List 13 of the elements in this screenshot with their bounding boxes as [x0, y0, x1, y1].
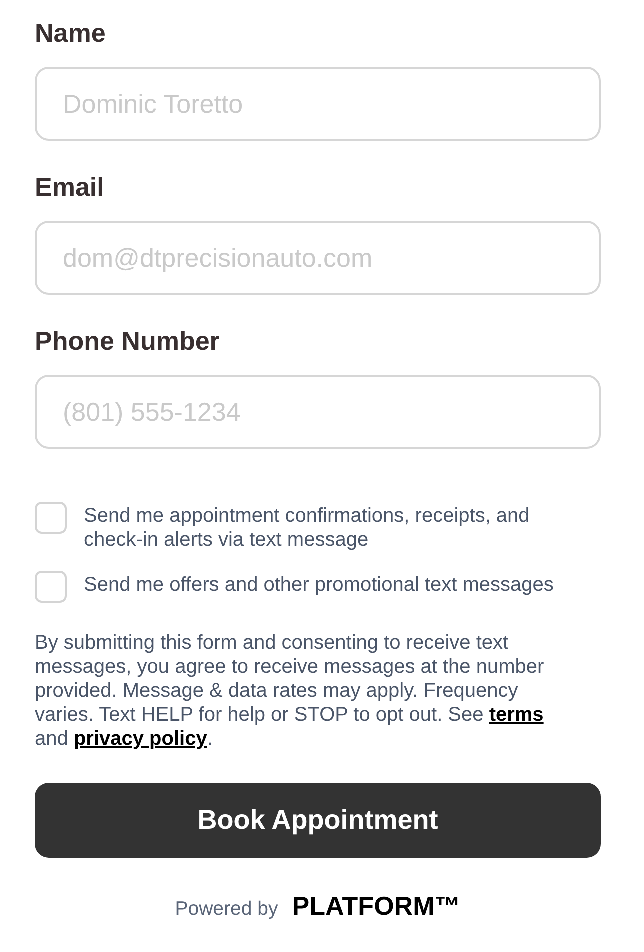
field-label: Phone Number	[35, 326, 220, 356]
field-label: Email	[35, 172, 104, 202]
logo-text: PLATFORM™	[292, 891, 461, 922]
checkbox-label: Send me offers and other promotional text messages	[84, 573, 554, 597]
text-link[interactable]: terms	[489, 704, 544, 726]
checkbox[interactable]	[35, 571, 67, 603]
text-link[interactable]: privacy policy	[74, 728, 208, 750]
checkbox-label: Send me appointment confirmations, receipts, and check-in alerts via text message	[84, 504, 531, 552]
powered-by-text: Powered by	[175, 898, 278, 921]
field-label: Name	[35, 18, 106, 48]
submit-button[interactable]: Book Appointment	[35, 783, 601, 858]
checkbox[interactable]	[35, 502, 67, 534]
consent-text: By submitting this form and consenting to receive text messages, you agree to receive messages at the number provided. Message & data rates may apply. Frequency varies. Text HELP for help or STOP to opt out. See terms and privacy policy.	[35, 631, 546, 751]
